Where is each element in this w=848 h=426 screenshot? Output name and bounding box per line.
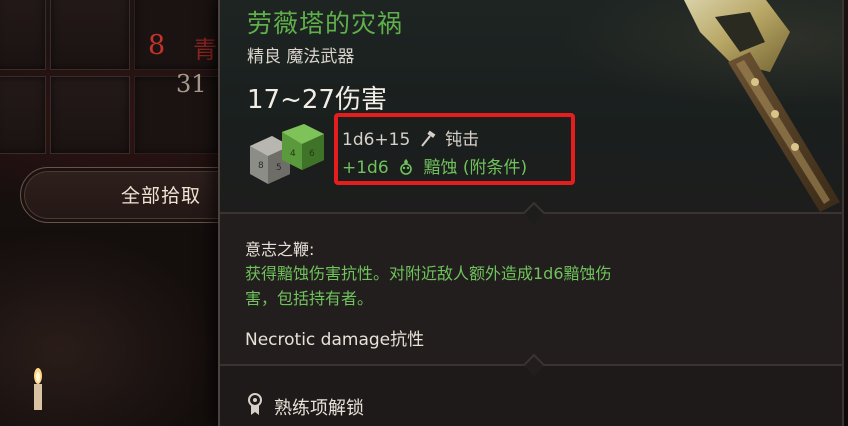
gold-count: 8 [148, 30, 166, 61]
svg-text:8: 8 [258, 161, 264, 171]
inventory-slot[interactable] [50, 0, 130, 70]
candle-icon [34, 368, 42, 410]
inventory-slot[interactable] [0, 76, 46, 154]
resistance-line: Necrotic damage抗性 [245, 330, 425, 350]
gold-count-suffix: 青 [193, 36, 217, 64]
passive-description-line: 获得黯蚀伤害抗性。对附近敌人额外造成1d6黯蚀伤 [245, 264, 612, 283]
item-tooltip: 劳薇塔的灾祸 精良 魔法武器 17~27伤害 8 5 4 6 1d6+15 钝击 [218, 0, 844, 426]
svg-text:6: 6 [309, 149, 315, 159]
item-rarity-type: 精良 魔法武器 [247, 47, 355, 67]
weight-count: 31 [176, 70, 207, 98]
game-screen: 8 青 31 全部拾取 劳薇塔的灾祸 精良 魔法武器 17~27伤害 8 5 4… [0, 0, 848, 426]
inventory-slot[interactable] [0, 0, 46, 70]
item-name: 劳薇塔的灾祸 [247, 9, 404, 38]
svg-text:4: 4 [290, 149, 296, 159]
passive-title: 意志之鞭: [245, 240, 315, 259]
weapon-icon [684, 0, 840, 212]
dice-icon: 8 5 4 6 [250, 124, 324, 184]
medal-icon [248, 393, 262, 415]
damage-range: 17~27伤害 [247, 85, 387, 115]
highlight-annotation [334, 113, 575, 185]
passive-description: 获得黯蚀伤害抗性。对附近敌人额外造成1d6黯蚀伤 害，包括持有者。 [245, 261, 785, 311]
svg-text:5: 5 [276, 163, 282, 173]
proficiency-label: 熟练项解锁 [274, 398, 364, 419]
inventory-slot[interactable] [50, 76, 130, 154]
passive-section: 意志之鞭: 获得黯蚀伤害抗性。对附近敌人额外造成1d6黯蚀伤 害，包括持有者。 … [220, 214, 842, 364]
proficiency-section: 熟练项解锁 [220, 366, 842, 426]
passive-description-line: 害，包括持有者。 [245, 289, 374, 308]
